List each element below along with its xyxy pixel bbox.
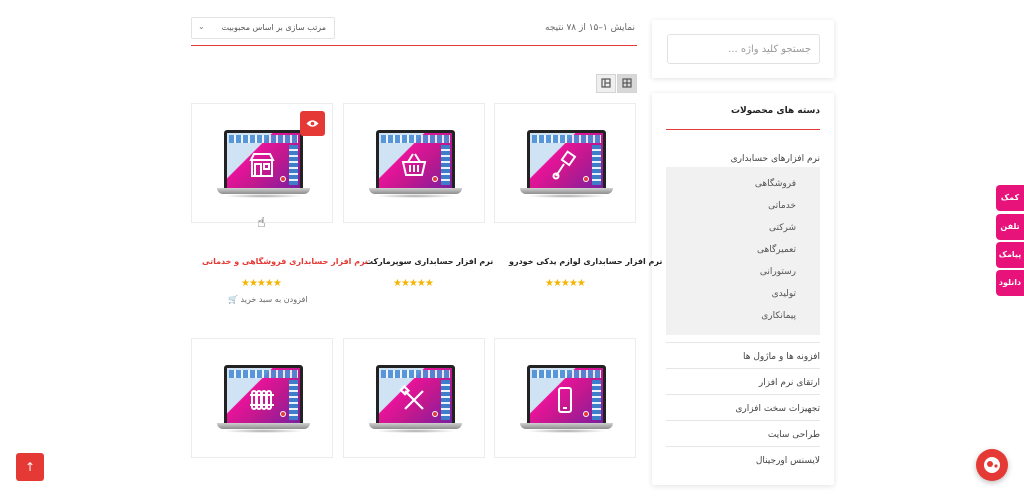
grid-icon — [622, 78, 632, 88]
product-title[interactable]: نرم افزار حسابداری سوپرمارکت — [365, 257, 493, 266]
side-tab-phone[interactable]: تلفن — [996, 214, 1024, 240]
radiator-icon — [247, 385, 277, 415]
subcategory-item[interactable]: رستورانی — [760, 267, 796, 277]
product-card[interactable] — [343, 103, 485, 223]
category-label: ارتقای نرم افزار — [758, 378, 820, 388]
category-item[interactable]: تجهیزات سخت افزاری — [666, 394, 820, 420]
category-item[interactable]: طراحی سایت — [666, 420, 820, 446]
categories-widget: دسته های محصولات نرم افزارهای حسابداری ف… — [652, 93, 834, 485]
product-card[interactable] — [343, 338, 485, 458]
product-image — [520, 365, 613, 433]
chat-icon — [984, 457, 1000, 473]
side-tab-help[interactable]: کمک — [996, 185, 1024, 211]
quick-view-button[interactable] — [300, 111, 325, 136]
product-image — [369, 130, 462, 198]
add-to-cart-label: افزودن به سبد خرید — [240, 295, 308, 304]
categories-title: دسته های محصولات — [730, 106, 820, 116]
chat-widget-button[interactable] — [976, 449, 1008, 481]
add-to-cart-link[interactable]: افزودن به سبد خرید 🛒 — [224, 295, 308, 304]
list-view-button[interactable] — [596, 74, 616, 93]
category-accounting-software[interactable]: نرم افزارهای حسابداری — [731, 154, 820, 164]
subcategory-item[interactable]: تولیدی — [772, 289, 796, 299]
scroll-top-button[interactable]: ↑ — [16, 453, 44, 481]
sort-label: مرتب سازی بر اساس محبوبیت — [221, 23, 326, 32]
product-title[interactable]: نرم افزار حسابداری فروشگاهی و خدماتی — [202, 257, 368, 266]
category-label: طراحی سایت — [767, 430, 820, 440]
category-label: لایسنس اورجینال — [755, 456, 820, 466]
category-label: افزونه ها و ماژول ها — [742, 352, 820, 362]
sort-select[interactable]: ⌄ مرتب سازی بر اساس محبوبیت — [191, 17, 335, 39]
category-item[interactable]: لایسنس اورجینال — [666, 446, 820, 472]
cart-icon: 🛒 — [228, 295, 238, 304]
basket-icon — [399, 150, 429, 180]
subcategory-item[interactable]: خدماتی — [768, 201, 796, 211]
category-label: تجهیزات سخت افزاری — [735, 404, 820, 414]
rating-stars: ★★★★★ — [241, 278, 282, 289]
shop-icon — [247, 150, 277, 180]
eye-icon — [306, 120, 319, 127]
product-image — [217, 130, 310, 198]
search-widget — [652, 20, 834, 78]
rating-stars: ★★★★★ — [545, 278, 586, 289]
tools-icon — [399, 384, 429, 415]
product-image — [217, 365, 310, 433]
product-card[interactable] — [494, 103, 636, 223]
grid-view-button[interactable] — [617, 74, 637, 93]
product-image — [369, 365, 462, 433]
hand-cursor-icon: ☝ — [257, 215, 266, 231]
rating-stars: ★★★★★ — [393, 278, 434, 289]
divider — [191, 45, 637, 46]
side-tab-sms[interactable]: پیامک — [996, 242, 1024, 268]
product-card[interactable] — [494, 338, 636, 458]
chevron-down-icon: ⌄ — [198, 22, 205, 31]
subcategory-item[interactable]: شرکتی — [769, 223, 796, 233]
category-item[interactable]: ارتقای نرم افزار — [666, 368, 820, 394]
arrow-up-icon: ↑ — [24, 460, 36, 474]
result-count: نمایش ۱–۱۵ از ۷۸ نتیجه — [545, 23, 635, 33]
subcategory-item[interactable]: تعمیرگاهی — [757, 245, 796, 255]
subcategory-item[interactable]: فروشگاهی — [755, 179, 796, 189]
product-card[interactable] — [191, 338, 333, 458]
list-icon — [601, 78, 611, 88]
product-title[interactable]: نرم افزار حسابداری لوازم یدکی خودرو — [509, 257, 662, 266]
mobile-icon — [550, 385, 580, 415]
side-tab-download[interactable]: دانلود — [996, 270, 1024, 296]
search-input[interactable] — [667, 34, 820, 64]
subcategory-panel: فروشگاهی خدماتی شرکتی تعمیرگاهی رستورانی… — [666, 167, 820, 335]
category-item[interactable]: افزونه ها و ماژول ها — [666, 342, 820, 368]
subcategory-item[interactable]: پیمانکاری — [761, 311, 796, 321]
divider — [666, 129, 820, 130]
product-image — [520, 130, 613, 198]
piston-icon — [550, 150, 580, 180]
